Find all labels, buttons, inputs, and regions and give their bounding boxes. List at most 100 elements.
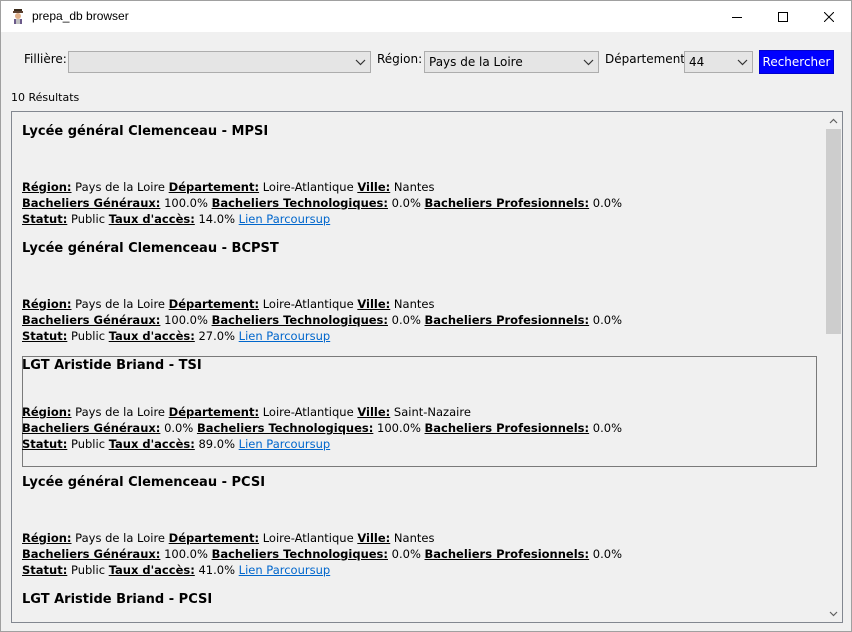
result-bac-line: Bacheliers Généraux: 100.0% Bacheliers T…	[22, 547, 622, 561]
result-title: LGT Aristide Briand - TSI	[22, 358, 202, 373]
departement-value: 44	[689, 55, 705, 69]
result-status-line: Statut: Public Taux d'accès: 89.0% Lien …	[22, 437, 330, 451]
taux-key: Taux d'accès:	[108, 563, 195, 577]
statut-value: Public	[70, 437, 106, 451]
taux-key: Taux d'accès:	[108, 212, 195, 226]
result-bac-line: Bacheliers Généraux: 0.0% Bacheliers Tec…	[22, 421, 622, 435]
region-key: Région:	[22, 531, 72, 545]
close-button[interactable]	[806, 1, 852, 32]
bac-tech-key: Bacheliers Technologiques:	[211, 313, 388, 327]
taux-value: 89.0%	[198, 437, 236, 451]
app-icon	[10, 8, 26, 24]
title-bar: prepa_db browser	[1, 1, 851, 32]
bac-pro-key: Bacheliers Profesionnels:	[424, 547, 590, 561]
ville-key: Ville:	[357, 297, 391, 311]
search-button[interactable]: Rechercher	[759, 50, 834, 74]
departement-key: Département:	[168, 405, 260, 419]
departement-label: Département:	[605, 52, 690, 66]
bac-tech-value: 0.0%	[391, 196, 421, 210]
bac-pro-value: 0.0%	[592, 547, 622, 561]
result-status-line: Statut: Public Taux d'accès: 14.0% Lien …	[22, 212, 330, 226]
result-title: Lycée général Clemenceau - PCSI	[22, 475, 266, 490]
region-value: Pays de la Loire	[75, 297, 166, 311]
result-item[interactable]: Lycée général Clemenceau - MPSI Région: …	[22, 122, 817, 233]
bac-pro-key: Bacheliers Profesionnels:	[424, 421, 590, 435]
result-location-line: Région: Pays de la Loire Département: Lo…	[22, 531, 434, 545]
result-status-line: Statut: Public Taux d'accès: 41.0% Lien …	[22, 563, 330, 577]
region-key: Région:	[22, 405, 72, 419]
maximize-icon	[778, 11, 788, 22]
result-bac-line: Bacheliers Généraux: 100.0% Bacheliers T…	[22, 196, 622, 210]
scroll-up-button[interactable]	[825, 112, 842, 129]
bac-gen-value: 100.0%	[164, 313, 208, 327]
bac-pro-value: 0.0%	[592, 196, 622, 210]
parcoursup-link[interactable]: Lien Parcoursup	[239, 437, 331, 451]
parcoursup-link[interactable]: Lien Parcoursup	[239, 329, 331, 343]
ville-value: Saint-Nazaire	[393, 405, 471, 419]
departement-value: Loire-Atlantique	[262, 297, 354, 311]
result-item[interactable]: Lycée général Clemenceau - BCPST Région:…	[22, 239, 817, 350]
result-title: Lycée général Clemenceau - BCPST	[22, 241, 279, 256]
result-location-line: Région: Pays de la Loire Département: Lo…	[22, 180, 434, 194]
region-label: Région:	[377, 52, 423, 66]
region-key: Région:	[22, 297, 72, 311]
result-location-line: Région: Pays de la Loire Département: Lo…	[22, 405, 471, 419]
ville-key: Ville:	[357, 405, 391, 419]
bac-pro-value: 0.0%	[592, 313, 622, 327]
ville-value: Nantes	[393, 531, 435, 545]
ville-value: Nantes	[393, 297, 435, 311]
region-value: Pays de la Loire	[75, 531, 166, 545]
bac-pro-key: Bacheliers Profesionnels:	[424, 196, 590, 210]
region-select[interactable]: Pays de la Loire	[424, 51, 599, 73]
chevron-down-icon	[737, 59, 748, 66]
ville-key: Ville:	[357, 531, 391, 545]
bac-pro-value: 0.0%	[592, 421, 622, 435]
vertical-scrollbar[interactable]	[825, 112, 842, 622]
result-item-selected[interactable]: LGT Aristide Briand - TSI Région: Pays d…	[22, 356, 817, 467]
app-window: prepa_db browser Fillière: Région: Pays …	[0, 0, 852, 632]
chevron-up-icon	[829, 118, 838, 123]
chevron-down-icon	[583, 59, 594, 66]
bac-gen-key: Bacheliers Généraux:	[22, 313, 161, 327]
results-list[interactable]: Lycée général Clemenceau - MPSI Région: …	[11, 111, 843, 623]
departement-key: Département:	[168, 297, 260, 311]
filiere-select[interactable]	[68, 51, 371, 73]
scroll-thumb[interactable]	[826, 129, 841, 334]
departement-select[interactable]: 44	[684, 51, 753, 73]
departement-key: Département:	[168, 180, 260, 194]
bac-gen-key: Bacheliers Généraux:	[22, 547, 161, 561]
maximize-button[interactable]	[760, 1, 806, 32]
minimize-button[interactable]	[714, 1, 760, 32]
minimize-icon	[732, 16, 742, 18]
parcoursup-link[interactable]: Lien Parcoursup	[239, 563, 331, 577]
taux-value: 41.0%	[198, 563, 236, 577]
window-title: prepa_db browser	[32, 9, 129, 23]
departement-value: Loire-Atlantique	[262, 180, 354, 194]
bac-tech-value: 0.0%	[391, 547, 421, 561]
statut-key: Statut:	[22, 212, 68, 226]
bac-tech-value: 0.0%	[391, 313, 421, 327]
chevron-down-icon	[355, 59, 366, 66]
bac-tech-key: Bacheliers Technologiques:	[196, 421, 374, 435]
filiere-label: Fillière:	[24, 52, 67, 66]
result-title: LGT Aristide Briand - PCSI	[22, 592, 213, 607]
statut-value: Public	[70, 329, 106, 343]
taux-key: Taux d'accès:	[108, 437, 195, 451]
taux-key: Taux d'accès:	[108, 329, 195, 343]
result-item[interactable]: LGT Aristide Briand - PCSI	[22, 590, 817, 620]
parcoursup-link[interactable]: Lien Parcoursup	[239, 212, 331, 226]
taux-value: 27.0%	[198, 329, 236, 343]
departement-value: Loire-Atlantique	[262, 405, 354, 419]
bac-pro-key: Bacheliers Profesionnels:	[424, 313, 590, 327]
bac-gen-value: 100.0%	[164, 196, 208, 210]
statut-key: Statut:	[22, 329, 68, 343]
statut-key: Statut:	[22, 437, 68, 451]
chevron-down-icon	[829, 611, 838, 616]
result-bac-line: Bacheliers Généraux: 100.0% Bacheliers T…	[22, 313, 622, 327]
result-title: Lycée général Clemenceau - MPSI	[22, 124, 269, 139]
bac-tech-key: Bacheliers Technologiques:	[211, 196, 388, 210]
result-item[interactable]: Lycée général Clemenceau - PCSI Région: …	[22, 473, 817, 584]
scroll-down-button[interactable]	[825, 605, 842, 622]
bac-tech-value: 100.0%	[377, 421, 421, 435]
bac-gen-value: 100.0%	[164, 547, 208, 561]
